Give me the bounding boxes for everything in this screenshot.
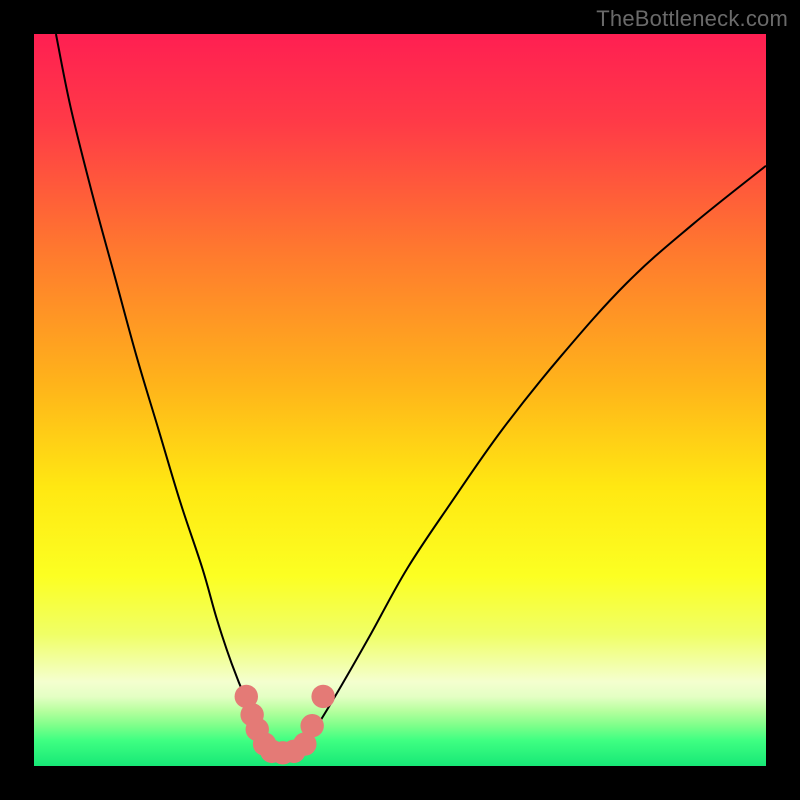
plot-area xyxy=(34,34,766,766)
bottleneck-curve xyxy=(56,34,766,753)
optimal-zone-markers xyxy=(235,685,335,765)
marker-dot xyxy=(300,714,323,737)
chart-svg xyxy=(34,34,766,766)
attribution-label: TheBottleneck.com xyxy=(596,6,788,32)
marker-dot xyxy=(311,685,334,708)
chart-frame: TheBottleneck.com xyxy=(0,0,800,800)
